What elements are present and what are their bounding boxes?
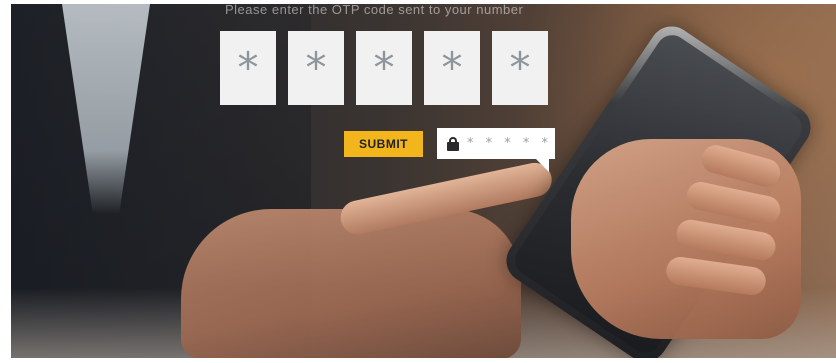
otp-digit-box[interactable]: *	[424, 31, 480, 105]
otp-digit-box[interactable]: *	[220, 31, 276, 105]
otp-instruction: Please enter the OTP code sent to your n…	[225, 2, 524, 17]
otp-digit-box[interactable]: *	[356, 31, 412, 105]
password-mask: * * * * *	[467, 136, 553, 151]
image-frame: Please enter the OTP code sent to your n…	[0, 0, 836, 363]
otp-input-row: * * * * *	[220, 31, 548, 105]
lock-icon	[447, 136, 459, 151]
otp-digit-box[interactable]: *	[492, 31, 548, 105]
bubble-tail	[535, 158, 549, 172]
password-bubble: * * * * *	[437, 128, 555, 159]
submit-button[interactable]: SUBMIT	[344, 131, 423, 157]
otp-digit-box[interactable]: *	[288, 31, 344, 105]
